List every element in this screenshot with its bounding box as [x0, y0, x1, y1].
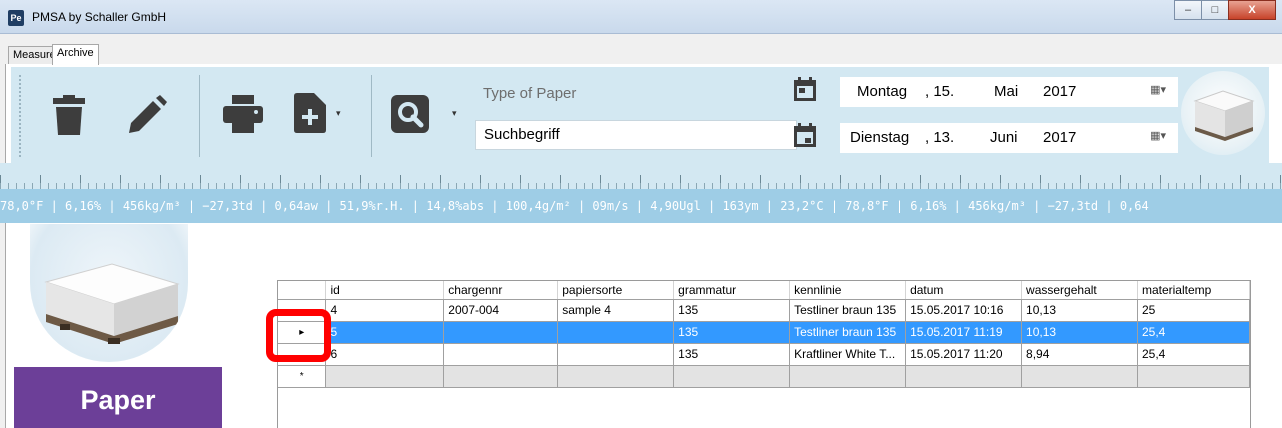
table-row-selected[interactable]: ▸ 5 135 Testliner braun 135 15.05.2017 1…	[278, 321, 1251, 344]
tab-bar: Measure Archive	[0, 34, 1282, 65]
column-header-grammatur[interactable]: grammatur	[673, 281, 791, 300]
cell-kennlinie[interactable]: Kraftliner White T...	[789, 343, 907, 366]
cell-datum[interactable]: 15.05.2017 11:19	[905, 321, 1023, 344]
date-to-picker[interactable]: Dienstag , 13. Juni 2017 ▦▾	[840, 123, 1178, 153]
paper-button[interactable]: Paper	[14, 367, 222, 428]
maximize-button[interactable]: □	[1201, 0, 1229, 20]
cell-datum[interactable]: 15.05.2017 10:16	[905, 299, 1023, 322]
tab-archive[interactable]: Archive	[52, 44, 99, 65]
search-icon[interactable]	[391, 95, 429, 133]
cell-id[interactable]: 4	[325, 299, 445, 322]
new-cell[interactable]	[557, 365, 675, 388]
close-button[interactable]: X	[1228, 0, 1276, 20]
date-to-calendar-button[interactable]: ▦▾	[1150, 129, 1166, 142]
search-input[interactable]: Suchbegriff	[475, 120, 797, 150]
cell-papiersorte[interactable]	[557, 321, 675, 344]
table-row[interactable]: 4 2007-004 sample 4 135 Testliner braun …	[278, 299, 1251, 322]
column-header-wassergehalt[interactable]: wassergehalt	[1021, 281, 1138, 300]
column-header-kennlinie[interactable]: kennlinie	[789, 281, 907, 300]
new-cell[interactable]	[1021, 365, 1138, 388]
date-from-picker[interactable]: Montag , 15. Mai 2017 ▦▾	[840, 77, 1178, 107]
new-cell[interactable]	[443, 365, 559, 388]
new-cell[interactable]	[673, 365, 791, 388]
window-title: PMSA by Schaller GmbH	[32, 10, 167, 24]
new-cell[interactable]	[905, 365, 1023, 388]
cell-grammatur[interactable]: 135	[673, 299, 791, 322]
ruler-ticks	[0, 175, 1282, 189]
ruler	[0, 163, 1282, 189]
cell-papiersorte[interactable]: sample 4	[557, 299, 675, 322]
cell-id[interactable]: 6	[325, 343, 445, 366]
cell-grammatur[interactable]: 135	[673, 343, 791, 366]
row-header-current-indicator[interactable]: ▸	[278, 321, 327, 344]
archive-grid: id chargennr papiersorte grammatur kennl…	[277, 280, 1251, 428]
cell-wassergehalt[interactable]: 10,13	[1021, 321, 1138, 344]
row-header[interactable]	[278, 299, 327, 322]
cell-materialtemp[interactable]: 25	[1137, 299, 1251, 322]
date-from-month: Mai	[994, 83, 1019, 100]
new-row-marker[interactable]: *	[278, 365, 327, 388]
toolbar-separator	[371, 75, 372, 157]
new-cell[interactable]	[789, 365, 907, 388]
date-to-year: 2017	[1043, 129, 1077, 146]
column-header-papiersorte[interactable]: papiersorte	[557, 281, 675, 300]
app-icon: Pe	[8, 10, 24, 26]
cell-grammatur[interactable]: 135	[673, 321, 791, 344]
archive-table: id chargennr papiersorte grammatur kennl…	[278, 281, 1251, 388]
cell-wassergehalt[interactable]: 8,94	[1021, 343, 1138, 366]
trash-icon[interactable]	[53, 95, 85, 135]
date-from-year: 2017	[1043, 83, 1077, 100]
minimize-button[interactable]: –	[1174, 0, 1202, 20]
date-to-weekday: Dienstag	[850, 129, 910, 146]
frame-border	[0, 64, 6, 428]
column-header-materialtemp[interactable]: materialtemp	[1137, 281, 1251, 300]
pencil-icon[interactable]	[129, 95, 167, 133]
date-from-calendar-button[interactable]: ▦▾	[1150, 83, 1166, 96]
toolbar-separator	[199, 75, 200, 157]
paper-stack-thumbnail	[1181, 71, 1265, 155]
column-header-id[interactable]: id	[325, 281, 445, 300]
date-to-day: , 13.	[925, 129, 955, 146]
toolbar-grip[interactable]	[19, 75, 22, 157]
new-file-dropdown[interactable]: ▾	[336, 108, 341, 119]
title-bar: Pe PMSA by Schaller GmbH – □ X	[0, 0, 1282, 34]
grid-header-row: id chargennr papiersorte grammatur kennl…	[278, 281, 1251, 300]
cell-materialtemp[interactable]: 25,4	[1137, 321, 1251, 344]
cell-kennlinie[interactable]: Testliner braun 135	[789, 321, 907, 344]
new-cell[interactable]	[1137, 365, 1251, 388]
search-dropdown[interactable]: ▾	[452, 108, 457, 119]
toolbar: ▾ ▾ Type of Paper Suchbegriff Montag , 1…	[11, 67, 1269, 163]
measurement-ticker: 78,0°F | 6,16% | 456kg/m³ | −27,3td | 0,…	[0, 189, 1282, 223]
cell-datum[interactable]: 15.05.2017 11:20	[905, 343, 1023, 366]
cell-id[interactable]: 5	[325, 321, 445, 344]
new-file-icon[interactable]	[294, 93, 326, 133]
type-of-paper-label: Type of Paper	[483, 85, 577, 102]
cell-wassergehalt[interactable]: 10,13	[1021, 299, 1138, 322]
column-header-datum[interactable]: datum	[905, 281, 1023, 300]
cell-papiersorte[interactable]	[557, 343, 675, 366]
cell-chargennr[interactable]	[443, 321, 559, 344]
cell-kennlinie[interactable]: Testliner braun 135	[789, 299, 907, 322]
window-controls: – □ X	[1174, 0, 1276, 20]
date-from-day: , 15.	[925, 83, 955, 100]
new-cell[interactable]	[325, 365, 445, 388]
printer-icon[interactable]	[223, 95, 263, 133]
row-header[interactable]	[278, 343, 327, 366]
paper-image	[30, 224, 188, 362]
date-from-weekday: Montag	[857, 83, 908, 100]
calendar-from-icon	[794, 77, 816, 101]
row-header-corner	[278, 281, 327, 300]
table-row[interactable]: 6 135 Kraftliner White T... 15.05.2017 1…	[278, 343, 1251, 366]
cell-materialtemp[interactable]: 25,4	[1137, 343, 1251, 366]
date-to-month: Juni	[990, 129, 1018, 146]
cell-chargennr[interactable]: 2007-004	[443, 299, 559, 322]
paper-stack-icon	[1193, 90, 1255, 141]
paper-pallet-icon	[44, 263, 180, 344]
table-new-row[interactable]: *	[278, 365, 1251, 388]
cell-chargennr[interactable]	[443, 343, 559, 366]
calendar-to-icon	[794, 123, 816, 147]
column-header-chargennr[interactable]: chargennr	[443, 281, 559, 300]
